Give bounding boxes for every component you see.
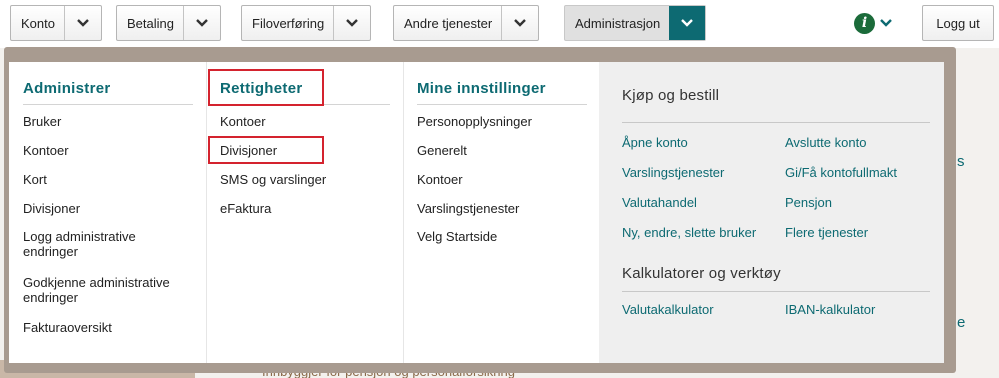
heading-divider <box>23 104 193 105</box>
nav-administrasjon[interactable]: Administrasjon <box>564 5 707 41</box>
section-divider <box>622 122 930 123</box>
nav-filoverforing[interactable]: Filoverføring <box>241 5 372 41</box>
nav-andre-tjenester-label: Andre tjenester <box>394 6 503 40</box>
menu-item-divisjoner[interactable]: Divisjoner <box>23 201 80 216</box>
heading-divider <box>324 104 390 105</box>
menu-item-kort[interactable]: Kort <box>23 172 47 187</box>
menu-item-generelt[interactable]: Generelt <box>417 143 467 158</box>
section-divider <box>622 291 930 292</box>
purchase-panel <box>599 62 944 363</box>
column-heading-rettigheter: Rettigheter <box>220 80 303 97</box>
nav-administrasjon-label: Administrasjon <box>575 15 661 31</box>
column-divider <box>403 62 404 363</box>
nav-betaling[interactable]: Betaling <box>116 5 221 41</box>
link-flere-tjenester[interactable]: Flere tjenester <box>785 225 868 240</box>
chevron-down-icon[interactable] <box>669 6 706 40</box>
menu-item-logg-endringer[interactable]: Logg administrative endringer <box>23 229 193 259</box>
nav-konto-label: Konto <box>11 6 65 40</box>
chevron-down-icon <box>880 19 892 27</box>
heading-divider <box>417 104 587 105</box>
link-iban-kalkulator[interactable]: IBAN-kalkulator <box>785 302 875 317</box>
chevron-down-icon[interactable] <box>502 6 538 40</box>
menu-item-varslingstjenester[interactable]: Varslingstjenester <box>417 201 519 216</box>
link-apne-konto[interactable]: Åpne konto <box>622 135 688 150</box>
column-heading-administrer: Administrer <box>23 80 111 97</box>
nav-filoverforing-label: Filoverføring <box>242 6 335 40</box>
chevron-down-icon[interactable] <box>334 6 370 40</box>
link-ny-endre-slette-bruker[interactable]: Ny, endre, slette bruker <box>622 225 756 240</box>
nav-konto[interactable]: Konto <box>10 5 102 41</box>
column-heading-mine-innstillinger: Mine innstillinger <box>417 80 546 97</box>
link-kontofullmakt[interactable]: Gi/Få kontofullmakt <box>785 165 897 180</box>
nav-betaling-label: Betaling <box>117 6 184 40</box>
info-menu-button[interactable]: i <box>854 10 904 36</box>
logout-button[interactable]: Logg ut <box>922 5 994 41</box>
chevron-down-icon[interactable] <box>184 6 220 40</box>
link-avslutte-konto[interactable]: Avslutte konto <box>785 135 866 150</box>
section-heading-kalkulatorer: Kalkulatorer og verktøy <box>622 265 781 282</box>
menu-item-sms-varslinger[interactable]: SMS og varslinger <box>220 172 326 187</box>
menu-item-divisjoner[interactable]: Divisjoner <box>220 143 277 158</box>
chevron-down-icon[interactable] <box>65 6 101 40</box>
top-navigation: Konto Betaling Filoverføring Andre tjene… <box>0 0 999 48</box>
menu-item-fakturaoversikt[interactable]: Fakturaoversikt <box>23 320 112 335</box>
section-heading-kjop-og-bestill: Kjøp og bestill <box>622 87 720 104</box>
menu-item-bruker[interactable]: Bruker <box>23 114 61 129</box>
menu-item-godkjenne-endringer[interactable]: Godkjenne administrative endringer <box>23 275 195 305</box>
menu-item-personopplysninger[interactable]: Personopplysninger <box>417 114 532 129</box>
background-link-fragment: e <box>957 314 966 331</box>
menu-item-efaktura[interactable]: eFaktura <box>220 201 271 216</box>
menu-item-kontoer[interactable]: Kontoer <box>417 172 463 187</box>
link-varslingstjenester[interactable]: Varslingstjenester <box>622 165 724 180</box>
menu-item-kontoer[interactable]: Kontoer <box>220 114 266 129</box>
info-icon: i <box>854 12 875 34</box>
background-link-fragment: s <box>957 153 965 170</box>
link-valutakalkulator[interactable]: Valutakalkulator <box>622 302 714 317</box>
menu-item-kontoer[interactable]: Kontoer <box>23 143 69 158</box>
menu-item-velg-startside[interactable]: Velg Startside <box>417 229 497 244</box>
column-divider <box>206 62 207 363</box>
nav-andre-tjenester[interactable]: Andre tjenester <box>393 5 540 41</box>
link-valutahandel[interactable]: Valutahandel <box>622 195 697 210</box>
link-pensjon[interactable]: Pensjon <box>785 195 832 210</box>
